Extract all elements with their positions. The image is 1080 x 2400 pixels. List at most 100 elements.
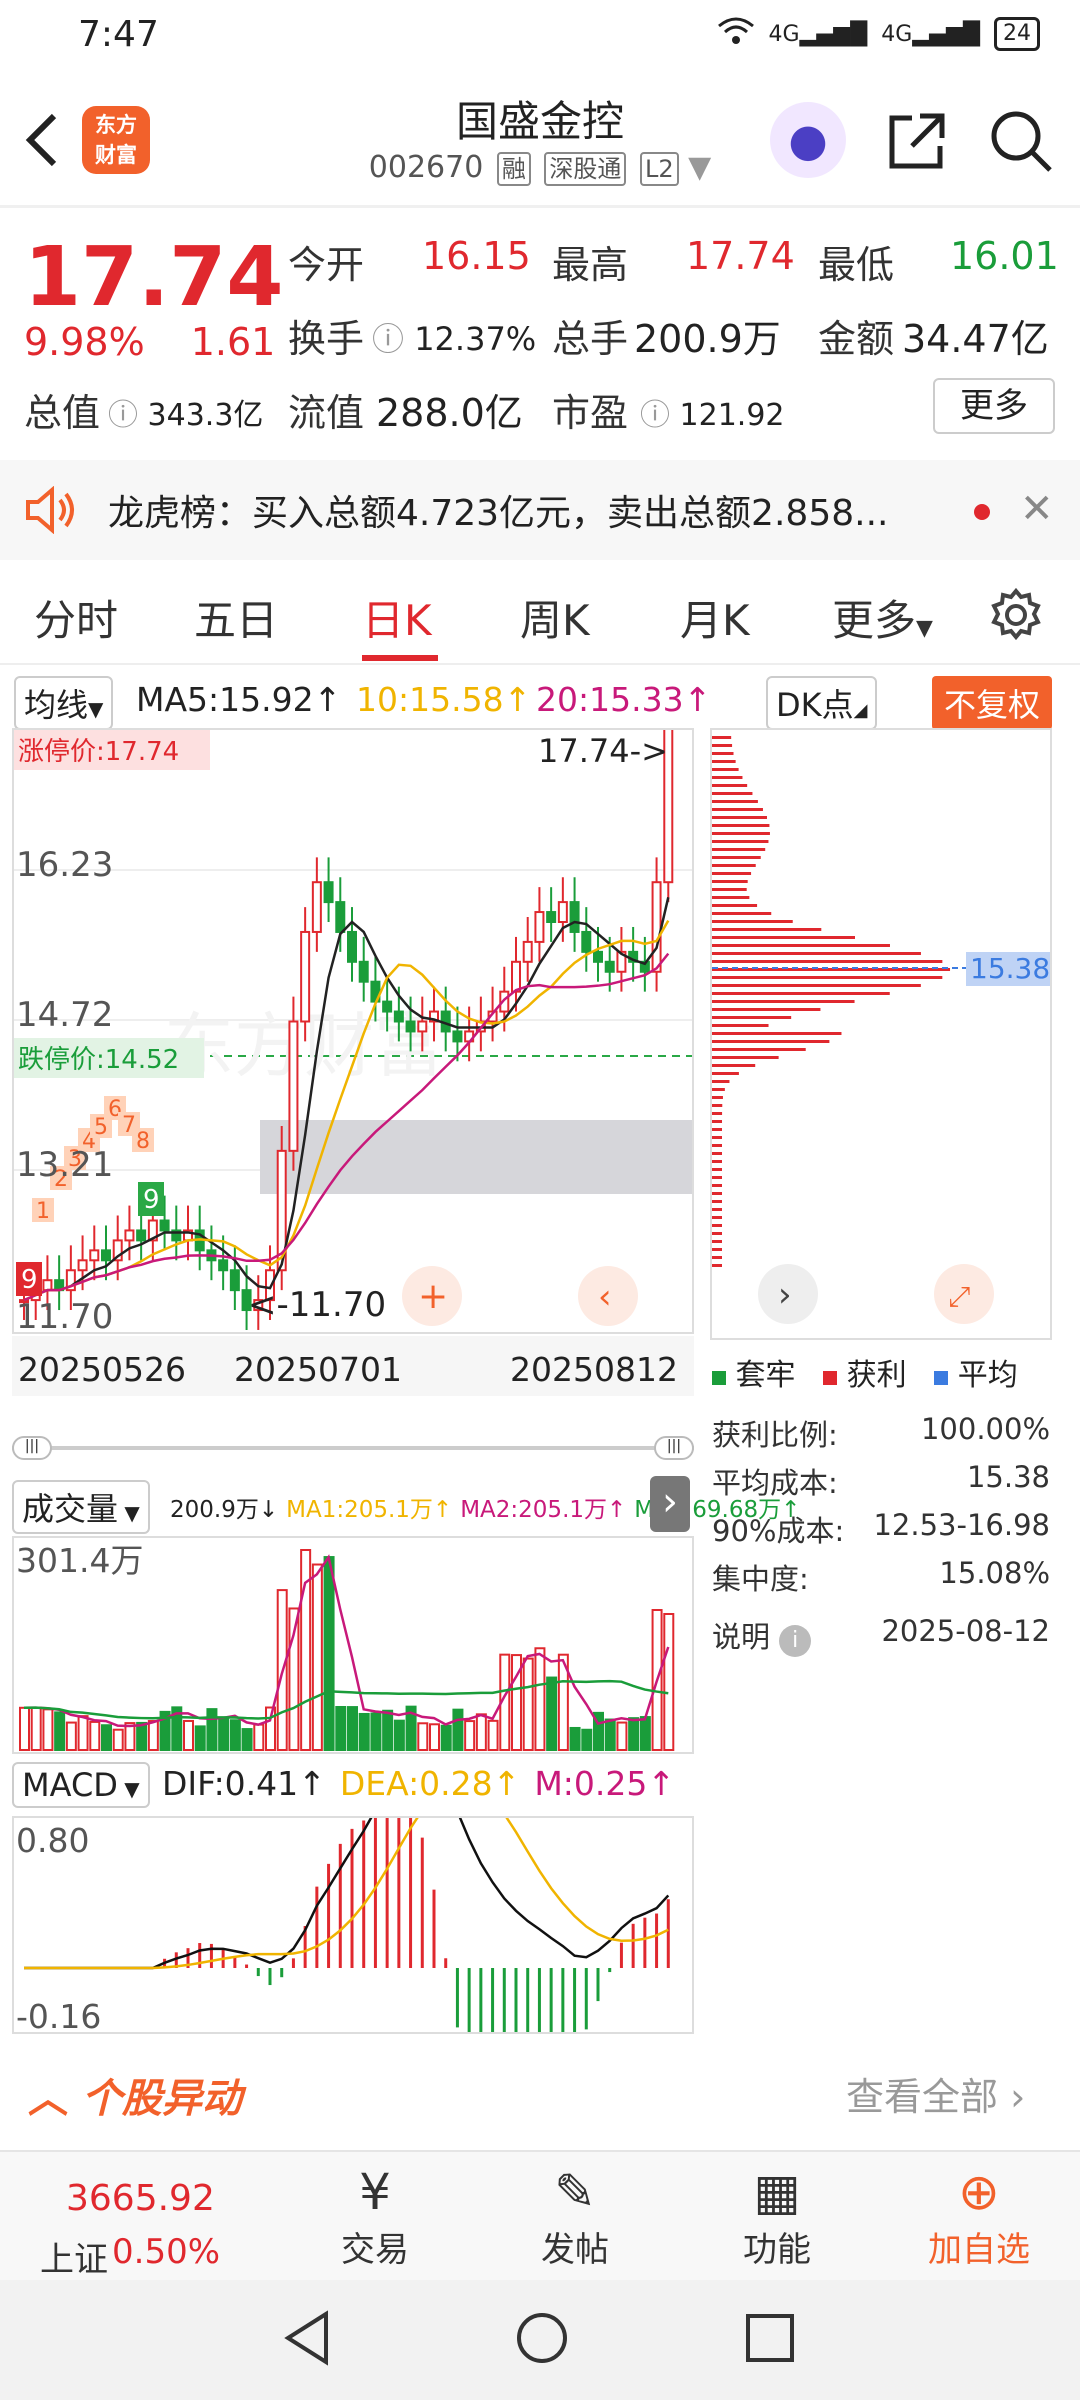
volume-bar (582, 1730, 591, 1750)
concentration-row: 集中度: 15.08% (712, 1556, 1050, 1598)
candle (336, 902, 344, 932)
no-adjust-button[interactable]: 不复权 (932, 676, 1052, 730)
svg-text:9: 9 (21, 1265, 38, 1295)
svg-text:0.80: 0.80 (16, 1821, 89, 1860)
volume-bar (254, 1725, 263, 1750)
dk-point-button[interactable]: DK点◢ (766, 676, 877, 730)
nav-home-icon[interactable] (514, 2310, 570, 2370)
view-all-link[interactable]: 查看全部 › (846, 2066, 1025, 2121)
mcap-value: ⓘ 343.3亿 (108, 390, 263, 434)
tab-more[interactable]: 更多▼ (832, 587, 933, 648)
chip-bar (712, 960, 942, 963)
volume-chart[interactable]: 301.4万 (12, 1536, 694, 1754)
assistant-avatar-icon[interactable] (770, 102, 846, 178)
volume-bar (114, 1730, 123, 1750)
svg-text:13.21: 13.21 (16, 1145, 113, 1185)
ma-selector[interactable]: 均线▼ (14, 676, 113, 730)
svg-text:9: 9 (143, 1185, 160, 1215)
notice-text: 龙虎榜：买入总额4.723亿元，卖出总额2.858... (108, 484, 888, 536)
tab-intraday[interactable]: 分时 (34, 587, 118, 648)
more-button[interactable]: 更多 (933, 378, 1055, 434)
chip-bar (712, 912, 771, 915)
candle (102, 1250, 110, 1260)
chip-distribution-chart[interactable]: 15.38 › ⤢ (710, 728, 1052, 1340)
chip-legend: 套牢 获利 平均 (712, 1350, 1018, 1394)
expand-indicator-button[interactable]: › (650, 1476, 690, 1532)
volume-bar (395, 1721, 404, 1750)
volume-bar (477, 1714, 486, 1750)
candle (289, 1022, 297, 1151)
index-ticker[interactable]: 3665.92 上证 0.50% (0, 2152, 210, 2282)
volume-selector[interactable]: 成交量 ▼ (12, 1480, 150, 1534)
chip-bar (712, 840, 768, 843)
high-value: 17.74 (686, 234, 795, 278)
info-icon: ⓘ (372, 320, 404, 358)
volume-bar (149, 1721, 158, 1750)
chip-bar (712, 1096, 723, 1099)
tab-five-day[interactable]: 五日 (194, 587, 278, 648)
tab-daily-k[interactable]: 日K (362, 587, 432, 648)
search-icon[interactable] (988, 108, 1054, 174)
tab-weekly-k[interactable]: 周K (520, 587, 590, 648)
volume-bar (465, 1721, 474, 1750)
function-button[interactable]: ▦ 功能 (702, 2162, 852, 2271)
chevron-left-icon: ‹ (598, 1277, 612, 1317)
chip-bar (712, 1072, 739, 1075)
tab-monthly-k[interactable]: 月K (680, 587, 750, 648)
chip-bar (712, 744, 732, 747)
volume-bar (313, 1565, 322, 1750)
abnormal-title: ︿ 个股异动 (28, 2066, 242, 2124)
dropdown-icon: ▼ (688, 150, 711, 185)
status-bar: 7:47 4G▂▄▆█ 4G▂▄▆█ 24 (0, 0, 1080, 72)
volume-bar (489, 1721, 498, 1750)
chip-bar (712, 976, 942, 979)
volume-bar (20, 1708, 29, 1750)
stock-abnormal-section[interactable]: ︿ 个股异动 查看全部 › (0, 2046, 1080, 2136)
volume-bar (571, 1728, 580, 1750)
nav-recents-icon[interactable] (744, 2312, 796, 2368)
candle (360, 962, 368, 982)
chip-note-row[interactable]: 说明 i 2025-08-12 (712, 1614, 1050, 1657)
volume-bar (219, 1718, 228, 1750)
add-watchlist-button[interactable]: ⊕ 加自选 (904, 2162, 1054, 2271)
speaker-icon (24, 486, 80, 538)
candle (594, 952, 602, 962)
ma10-legend: 10:15.58↑ (356, 680, 531, 719)
chip-bar (712, 824, 769, 827)
settings-gear-icon[interactable] (988, 587, 1044, 647)
volume-bar (90, 1722, 99, 1750)
range-scrollbar[interactable]: ||| ||| (12, 1436, 694, 1460)
divider (0, 205, 1080, 208)
candle (325, 882, 333, 902)
chip-bar (712, 952, 921, 955)
nav-back-icon[interactable] (282, 2310, 332, 2370)
kline-chart[interactable]: 东方财富 1 2 3 4 5 6 7 8 9 9 9 涨停价:17.74 跌停价… (12, 728, 694, 1334)
last-price: 17.74 (24, 230, 283, 325)
post-button[interactable]: ✎ 发帖 (500, 2162, 650, 2271)
open-value: 16.15 (422, 234, 531, 278)
volume-bar (43, 1709, 52, 1750)
low-label: 最低 (818, 234, 894, 289)
volume-bar (207, 1709, 216, 1750)
pe-label: 市盈 (552, 382, 628, 437)
trade-button[interactable]: ¥ 交易 (300, 2162, 450, 2271)
chip-bar (712, 1256, 722, 1259)
chip-bar (712, 936, 855, 939)
volume-bar (325, 1557, 334, 1750)
candle (582, 932, 590, 952)
ma5-legend: MA5:15.92↑ (136, 680, 341, 719)
chip-bar (712, 1064, 755, 1067)
volume-value: 200.9万 (634, 308, 781, 363)
macd-chart[interactable]: 0.80 -0.16 (12, 1816, 694, 2034)
volume-bar (453, 1710, 462, 1750)
close-icon[interactable]: ✕ (1020, 486, 1054, 532)
chip-bar (712, 752, 734, 755)
macd-legend: DIF:0.41↑ DEA:0.28↑ M:0.25↑ (162, 1764, 675, 1803)
last-price-arrow: 17.74-> (538, 732, 668, 770)
chip-bar (712, 1208, 722, 1211)
dragon-tiger-notice[interactable]: 龙虎榜：买入总额4.723亿元，卖出总额2.858... ✕ (0, 460, 1080, 560)
macd-selector[interactable]: MACD ▼ (12, 1762, 150, 1808)
stock-header: 东方财富 国盛金控 002670 融 深股通 L2 ▼ (0, 80, 1080, 205)
share-icon[interactable] (884, 108, 950, 174)
turnover-value: ⓘ 12.37% (372, 314, 536, 360)
